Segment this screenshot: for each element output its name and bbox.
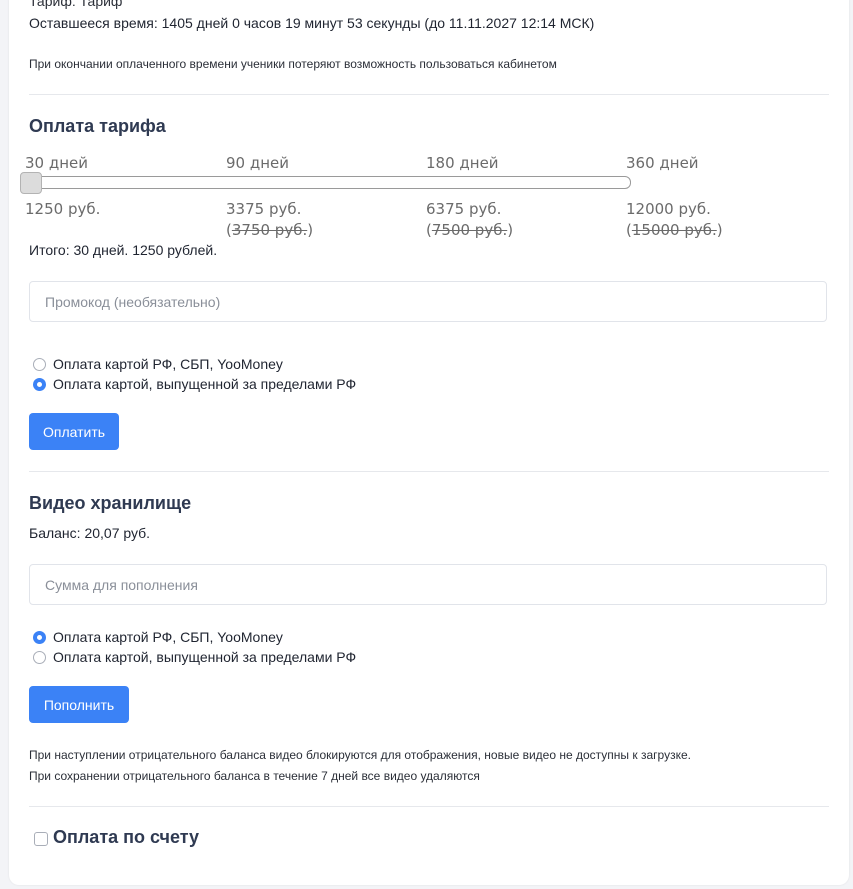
radio-label: Оплата картой, выпущенной за пределами Р… — [53, 649, 357, 665]
price-value: 12000 руб. — [626, 200, 711, 218]
video-payment-option-foreign[interactable]: Оплата картой, выпущенной за пределами Р… — [33, 648, 356, 666]
radio-label: Оплата картой РФ, СБП, YooMoney — [53, 629, 283, 645]
promo-code-input[interactable] — [29, 281, 827, 322]
radio-button-checked[interactable] — [33, 377, 46, 391]
radio-label: Оплата картой РФ, СБП, YooMoney — [53, 356, 283, 372]
topup-button[interactable]: Пополнить — [29, 686, 129, 723]
radio-button-checked[interactable] — [33, 630, 46, 644]
old-price: (15000 руб.) — [626, 221, 723, 239]
tier-price-360: 12000 руб. (15000 руб.) — [626, 199, 723, 241]
topup-amount-input[interactable] — [29, 564, 827, 605]
divider — [29, 471, 829, 472]
tier-label-30[interactable]: 30 дней — [25, 154, 88, 172]
tier-label-180[interactable]: 180 дней — [426, 154, 499, 172]
tariff-section-title: Оплата тарифа — [29, 116, 166, 136]
tariff-payment-option-rf[interactable]: Оплата картой РФ, СБП, YooMoney — [33, 355, 283, 373]
deletion-note: При сохранении отрицательного баланса в … — [29, 769, 480, 783]
price-value: 6375 руб. — [426, 200, 502, 218]
tier-label-90[interactable]: 90 дней — [226, 154, 289, 172]
tariff-total: Итого: 30 дней. 1250 рублей. — [29, 242, 218, 258]
expiry-note: При окончании оплаченного времени ученик… — [29, 57, 557, 71]
divider — [29, 94, 829, 95]
video-storage-title: Видео хранилище — [29, 493, 192, 513]
tier-label-360[interactable]: 360 дней — [626, 154, 699, 172]
remaining-time: Оставшееся время: 1405 дней 0 часов 19 м… — [29, 15, 595, 31]
tariff-slider[interactable] — [22, 176, 631, 189]
negative-balance-note: При наступлении отрицательного баланса в… — [29, 748, 691, 762]
price-value: 1250 руб. — [25, 200, 101, 218]
tier-price-30: 1250 руб. — [25, 199, 100, 220]
tariff-line: Тариф: Тариф — [29, 0, 123, 9]
old-price: (7500 руб.) — [426, 221, 514, 239]
price-value: 3375 руб. — [226, 200, 302, 218]
video-balance: Баланс: 20,07 руб. — [29, 525, 151, 541]
radio-label: Оплата картой, выпущенной за пределами Р… — [53, 376, 357, 392]
invoice-checkbox[interactable] — [34, 832, 48, 846]
video-payment-option-rf[interactable]: Оплата картой РФ, СБП, YooMoney — [33, 628, 283, 646]
tier-price-90: 3375 руб. (3750 руб.) — [226, 199, 313, 241]
tariff-payment-option-foreign[interactable]: Оплата картой, выпущенной за пределами Р… — [33, 375, 356, 393]
pay-button[interactable]: Оплатить — [29, 413, 119, 450]
old-price-value: 7500 руб. — [431, 221, 508, 239]
tier-price-180: 6375 руб. (7500 руб.) — [426, 199, 513, 241]
divider — [29, 806, 829, 807]
old-price: (3750 руб.) — [226, 221, 314, 239]
invoice-payment-title[interactable]: Оплата по счету — [53, 827, 199, 848]
old-price-value: 15000 руб. — [631, 221, 717, 239]
tariff-slider-handle[interactable] — [20, 172, 42, 194]
radio-button[interactable] — [33, 650, 46, 664]
radio-button[interactable] — [33, 357, 46, 371]
old-price-value: 3750 руб. — [231, 221, 308, 239]
